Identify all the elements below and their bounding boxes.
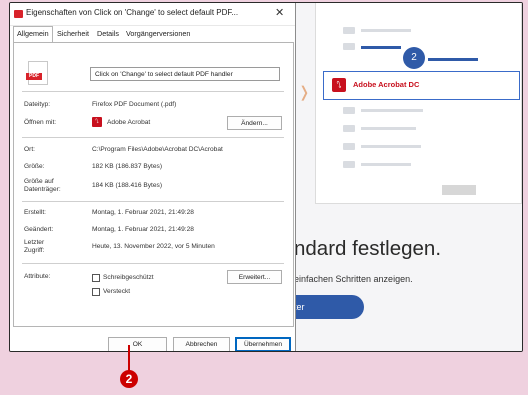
placeholder-line [361, 109, 423, 112]
placeholder-line [361, 46, 401, 49]
selected-app-label: Adobe Acrobat DC [353, 80, 420, 89]
tab-general[interactable]: Allgemein [13, 26, 53, 42]
placeholder-icon [343, 143, 355, 150]
file-type-label: Dateityp: [24, 101, 51, 108]
divider [22, 263, 284, 264]
properties-dialog: Eigenschaften von Click on 'Change' to s… [10, 3, 296, 351]
opens-with-value: Adobe Acrobat [107, 119, 151, 126]
chevron-right-icon: ❭ [298, 84, 311, 101]
created-value: Montag, 1. Februar 2021, 21:49:28 [92, 209, 194, 216]
acrobat-icon: ⭛ [332, 78, 346, 92]
tab-security[interactable]: Sicherheit [57, 27, 89, 41]
dialog-title: Eigenschaften von Click on 'Change' to s… [26, 8, 239, 17]
preview-scroll-bar [442, 185, 476, 195]
placeholder-line [361, 127, 416, 130]
created-label: Erstellt: [24, 209, 46, 216]
callout-line [128, 345, 130, 373]
readonly-checkbox[interactable] [92, 274, 100, 282]
divider [22, 91, 284, 92]
pdf-document-icon: PDF [26, 61, 48, 85]
tab-details[interactable]: Details [97, 27, 119, 41]
size-on-disk-label: Größe auf Datenträger: [24, 178, 61, 193]
cancel-button[interactable]: Abbrechen [173, 337, 230, 351]
placeholder-icon [343, 27, 355, 34]
placeholder-line [428, 58, 478, 61]
opens-with-label: Öffnen mit: [24, 119, 57, 126]
apply-button[interactable]: Übernehmen [235, 337, 291, 351]
location-value: C:\Program Files\Adobe\Acrobat DC\Acroba… [92, 146, 223, 153]
placeholder-icon [343, 107, 355, 114]
hidden-checkbox[interactable] [92, 288, 100, 296]
location-label: Ort: [24, 146, 35, 153]
size-value: 182 KB (186.837 Bytes) [92, 163, 163, 170]
placeholder-line [361, 163, 411, 166]
app-chooser-preview: 2 ⭛ Adobe Acrobat DC [315, 3, 522, 204]
divider [22, 201, 284, 202]
change-button[interactable]: Ändern... [227, 116, 282, 130]
tab-previous-versions[interactable]: Vorgängerversionen [126, 27, 190, 41]
modified-value: Montag, 1. Februar 2021, 21:49:28 [92, 226, 194, 233]
size-on-disk-value: 184 KB (188.416 Bytes) [92, 182, 163, 189]
page-subtext: einfachen Schritten anzeigen. [294, 274, 413, 284]
close-icon[interactable]: ✕ [275, 6, 284, 19]
file-type-value: Firefox PDF Document (.pdf) [92, 101, 177, 108]
modified-label: Geändert: [24, 226, 54, 233]
ok-button[interactable]: OK [108, 337, 167, 351]
continue-button[interactable]: ter [284, 295, 364, 319]
general-panel: PDF Click on 'Change' to select default … [13, 42, 294, 327]
advanced-button[interactable]: Erweitert... [227, 270, 282, 284]
placeholder-line [361, 145, 421, 148]
pdf-file-icon [14, 10, 23, 18]
placeholder-icon [343, 161, 355, 168]
last-accessed-value: Heute, 13. November 2022, vor 5 Minuten [92, 243, 215, 250]
placeholder-icon [343, 43, 355, 50]
placeholder-line [361, 29, 411, 32]
file-name-field[interactable]: Click on 'Change' to select default PDF … [90, 67, 280, 81]
selected-app-row[interactable]: ⭛ Adobe Acrobat DC [323, 71, 520, 100]
hidden-label: Versteckt [103, 288, 131, 295]
placeholder-icon [343, 125, 355, 132]
callout-badge: 2 [120, 370, 138, 388]
acrobat-icon: ⭛ [92, 117, 102, 127]
divider [22, 137, 284, 138]
dialog-titlebar: Eigenschaften von Click on 'Change' to s… [10, 3, 295, 26]
step-badge: 2 [403, 47, 425, 69]
last-accessed-label: Letzter Zugriff: [24, 239, 45, 254]
page-heading: ndard festlegen. [294, 237, 442, 260]
readonly-label: Schreibgeschützt [103, 274, 154, 281]
screenshot-frame: 2 ⭛ Adobe Acrobat DC ❭ ndard festlegen. … [9, 2, 523, 352]
attributes-label: Attribute: [24, 273, 51, 280]
size-label: Größe: [24, 163, 45, 170]
